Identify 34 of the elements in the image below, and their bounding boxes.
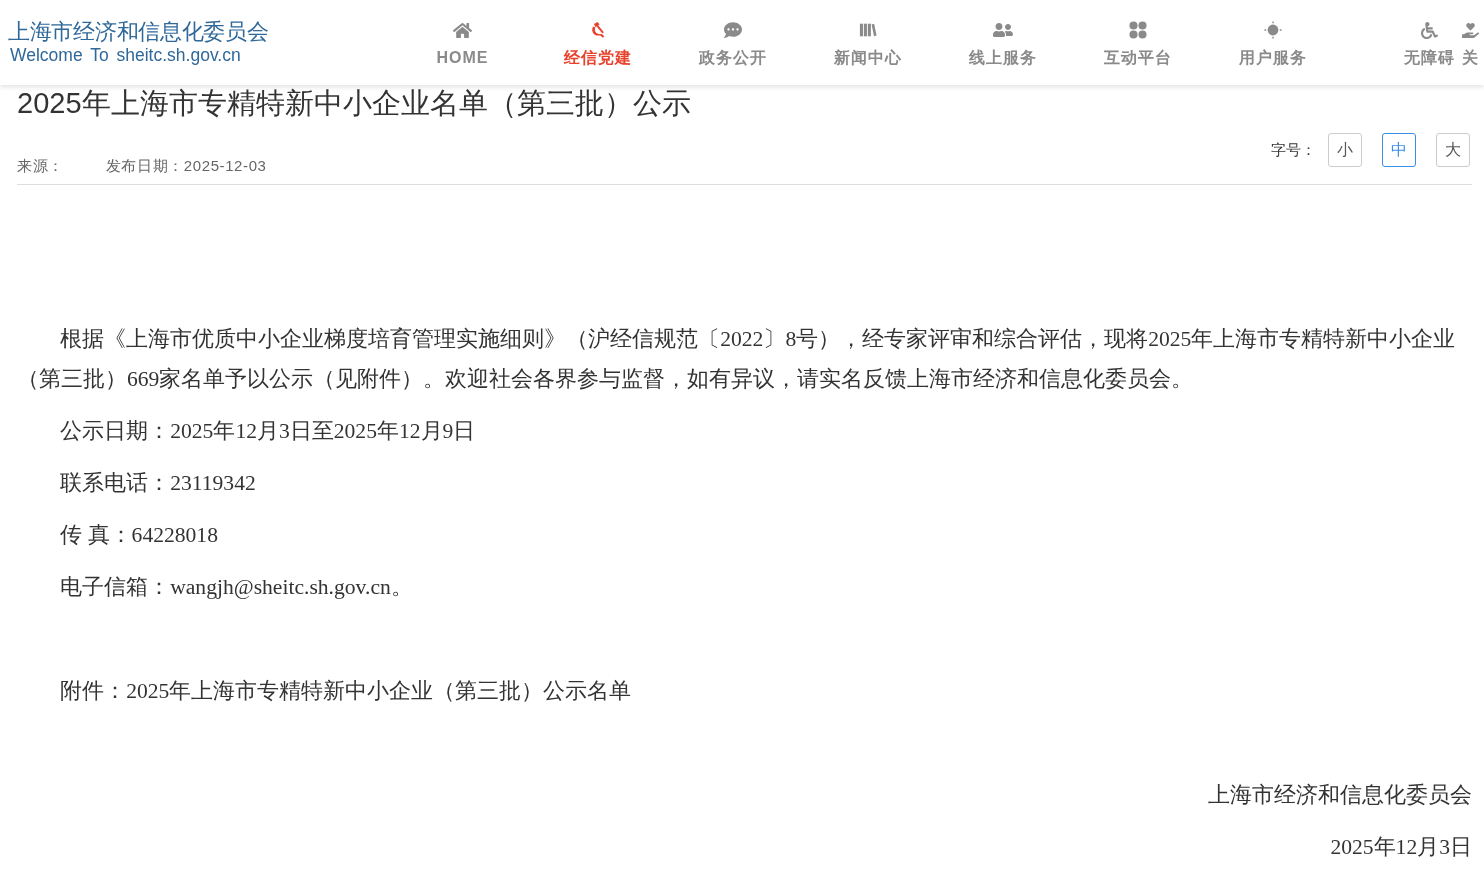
site-logo-title: 上海市经济和信息化委员会 [8,19,269,45]
nav-link[interactable]: 新闻中心 [800,0,935,85]
font-size-button[interactable]: 中 [1382,133,1416,167]
site-logo-subtitle: Welcome To sheitc.sh.gov.cn [10,45,241,65]
nav-link[interactable]: 经信党建 [530,0,665,85]
font-size-label: 字号： [1271,140,1316,160]
utility-link[interactable]: 无障碍 [1404,0,1455,85]
nav-link[interactable]: HOME [395,0,530,85]
font-size-button[interactable]: 大 [1436,133,1470,167]
article-title: 2025年上海市专精特新中小企业名单（第三批）公示 [17,86,692,121]
wheelchair-icon [1421,21,1438,39]
body-paragraph: 电子信箱：wangjh@sheitc.sh.gov.cn。 [59,574,414,601]
signature-date: 2025年12月3日 [1330,834,1472,861]
nav-link[interactable]: 互动平台 [1070,0,1205,85]
body-paragraph: 传 真：64228018 [59,522,219,549]
source-label: 来源： [17,156,64,176]
chat-bubble-icon [723,21,742,39]
body-paragraph: 公示日期：2025年12月3日至2025年12月9日 [59,418,477,445]
nav-link[interactable]: 线上服务 [935,0,1070,85]
books-icon [858,21,877,39]
utility-link[interactable]: 关 [1462,0,1479,85]
users-icon [992,20,1013,40]
publish-date: 发布日期：2025-12-03 [105,156,267,176]
heart-hand-icon [1462,21,1479,39]
four-circles-icon [1128,21,1147,39]
signature-organization: 上海市经济和信息化委员会 [1208,782,1472,809]
nav-link[interactable]: 政务公开 [665,0,800,85]
font-size-button[interactable]: 小 [1328,133,1362,167]
sun-icon [1263,21,1282,39]
attachment-line: 附件：2025年上海市专精特新中小企业（第三批）公示名单 [59,678,633,705]
home-icon [453,20,472,40]
nav-link[interactable]: 用户服务 [1205,0,1340,85]
body-paragraph: 根据《上海市优质中小企业梯度培育管理实施细则》（沪经信规范〔2022〕8号），经专家评审和综合评估，现将2025年上海市专精特新中小企业（第三批）669家名单予以公示（见附件）。欢迎社会各界参与监督，如有异议，请实名反馈上海市经济和信息化委员会。 [17,326,1457,393]
body-paragraph: 联系电话：23119342 [59,470,257,497]
